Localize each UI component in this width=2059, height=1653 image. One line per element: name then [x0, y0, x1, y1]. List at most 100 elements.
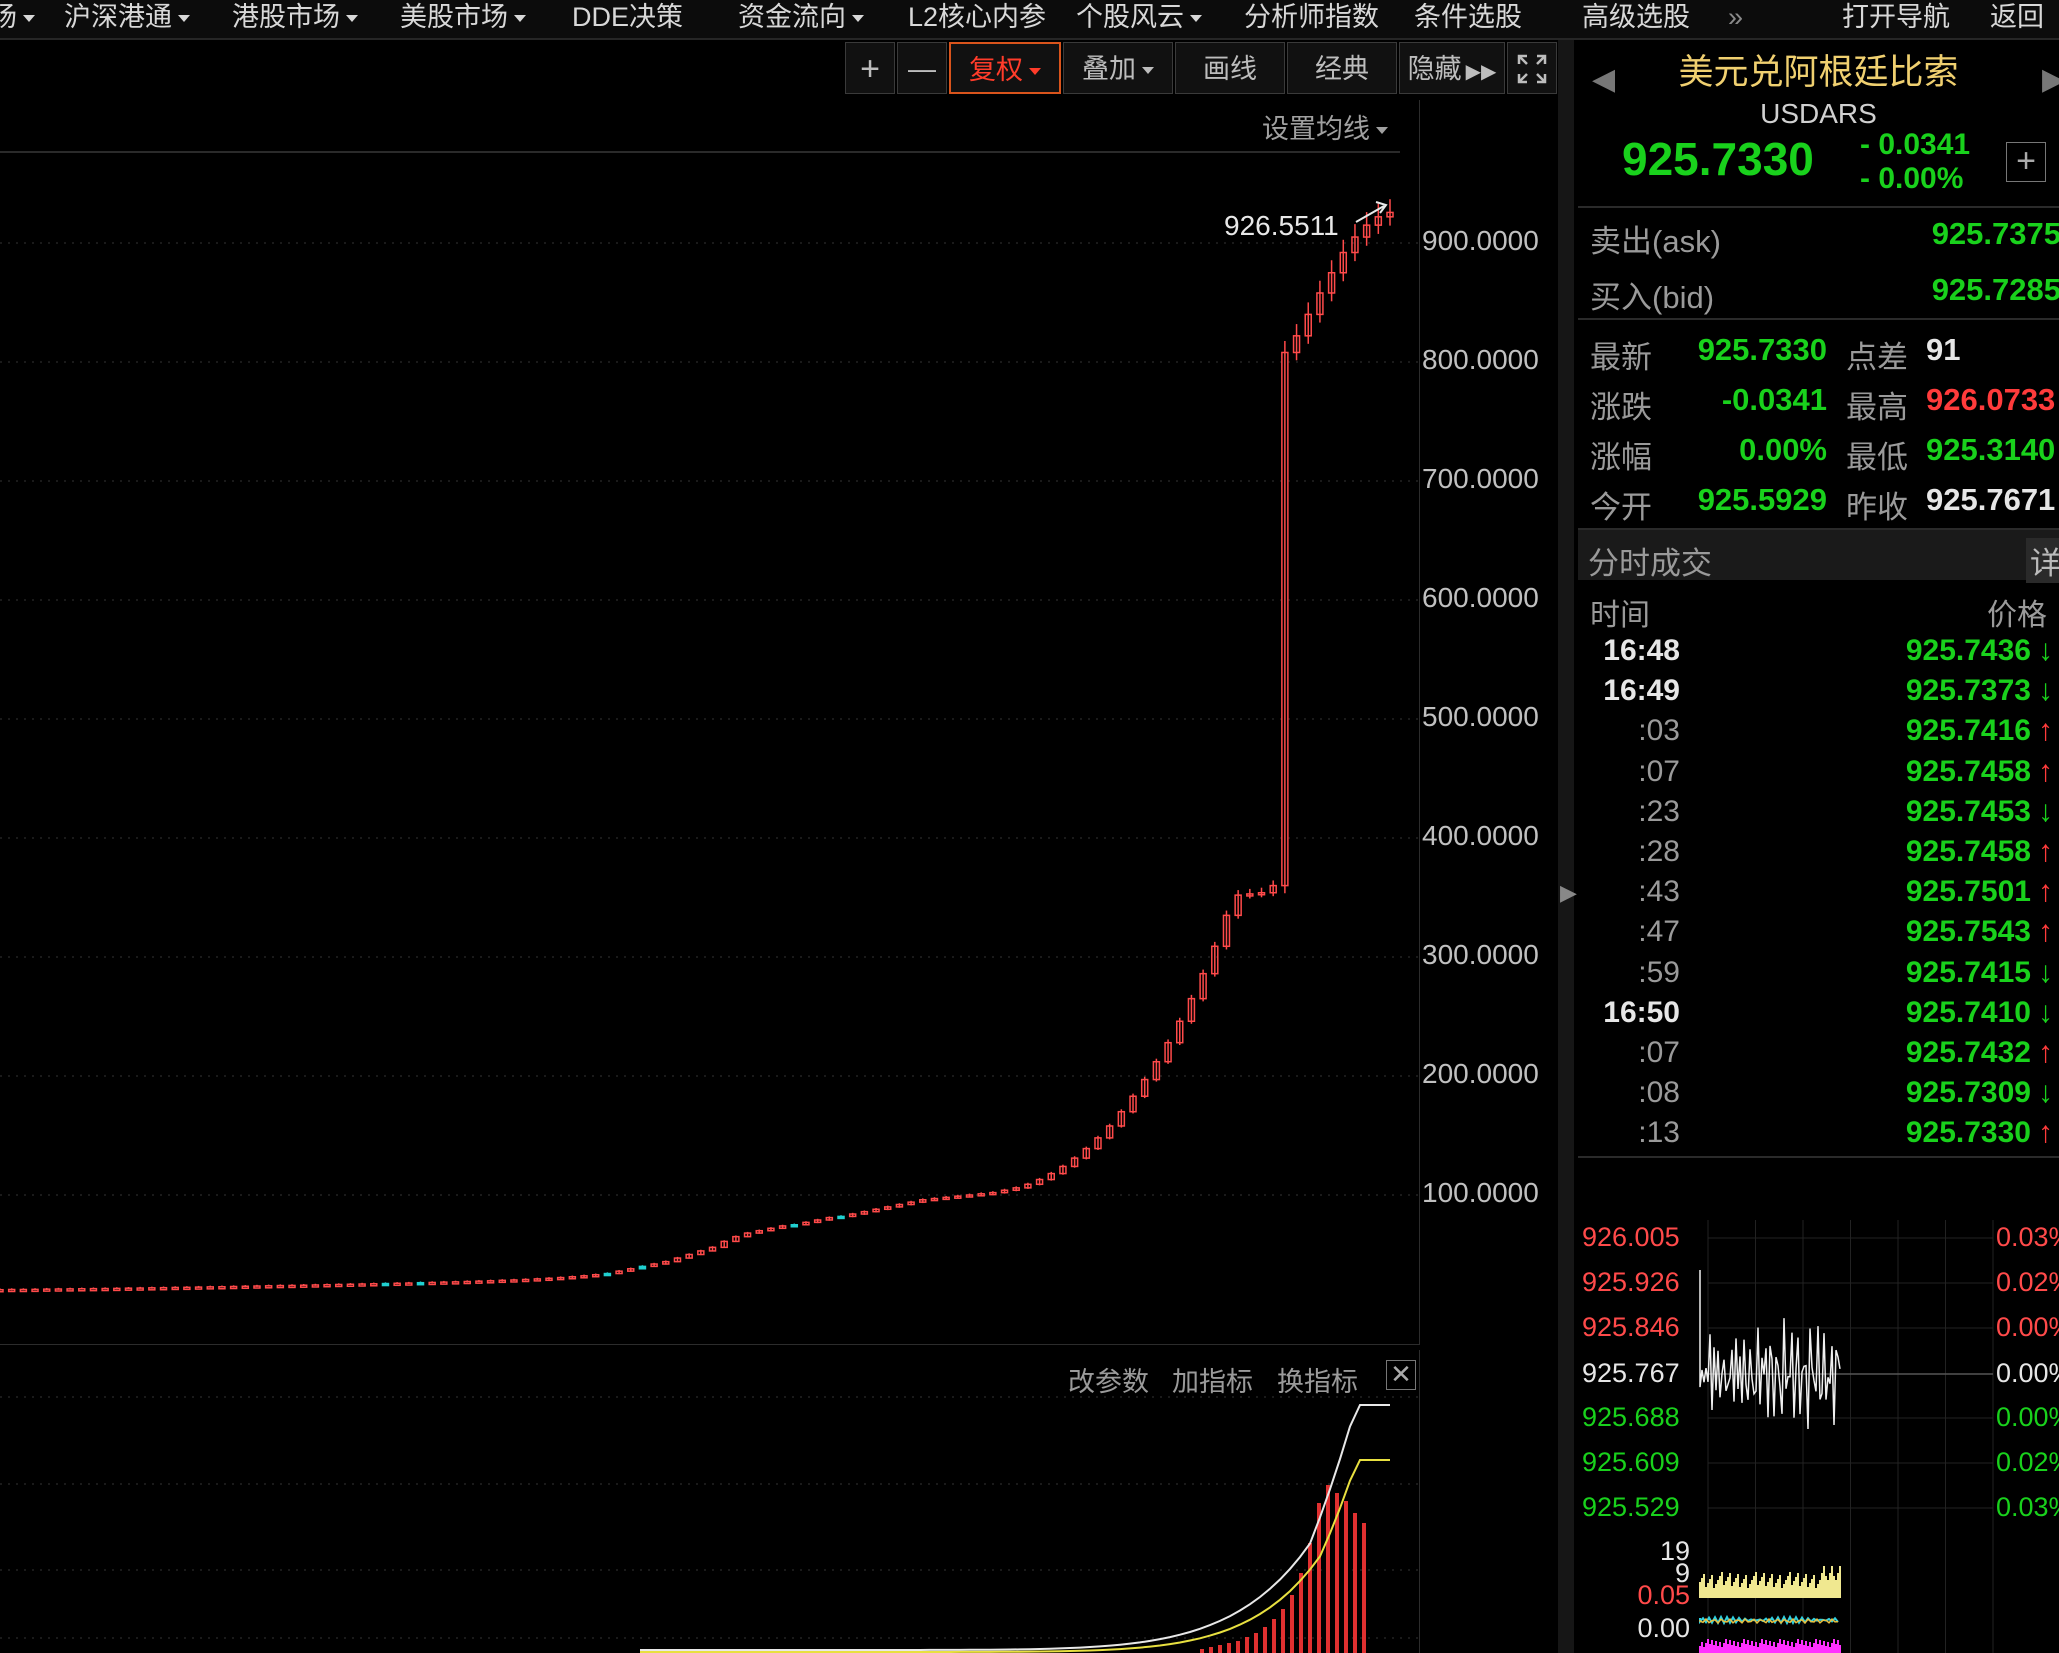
quote-panel: ◀ ▶ 美元兑阿根廷比索 USDARS 925.7330 - 0.0341 - …	[1578, 40, 2059, 1653]
trade-row: :43 925.7501 ↑	[1578, 875, 2059, 915]
price-tick-label: 925.767	[1582, 1358, 1680, 1388]
candle	[381, 1282, 390, 1287]
nav-item-label: 美股市场	[400, 2, 508, 32]
nav-item-4[interactable]: DDE决策	[572, 0, 683, 38]
trade-price: 925.7309	[1905, 1076, 2031, 1110]
set-ma-button[interactable]: 设置均线	[1262, 107, 1388, 146]
fullscreen-icon	[1517, 54, 1547, 84]
candle	[229, 1285, 238, 1290]
trade-row: :59 925.7415 ↓	[1578, 956, 2059, 996]
nav-item-10[interactable]: 高级选股	[1582, 0, 1690, 38]
y-tick-label: 500.0000	[1422, 701, 1539, 732]
trades-header: 分时成交 详	[1578, 530, 2059, 583]
stat-label: 最新	[1590, 340, 1652, 375]
max-price-annotation: 926.5511	[1224, 210, 1339, 241]
nav-item-9[interactable]: 条件选股	[1414, 0, 1522, 38]
trade-row: :07 925.7432 ↑	[1578, 1036, 2059, 1076]
draw-line-button[interactable]: 画线	[1175, 42, 1285, 94]
arrow-down-icon: ↓	[2038, 634, 2053, 667]
divider	[1578, 206, 2059, 208]
trade-time: 16:48	[1603, 634, 1680, 667]
double-chevron-right-icon: ▶▶	[1465, 61, 1497, 83]
bid-label: 买入(bid)	[1590, 280, 1715, 315]
price-tick-label: 925.529	[1582, 1492, 1680, 1522]
col-time-header: 时间	[1590, 599, 1650, 632]
stat-label: 昨收	[1846, 490, 1908, 525]
chart-toolbar: + — 复权 叠加 画线 经典 隐藏 ▶▶	[845, 42, 1557, 96]
arrow-down-icon: ↓	[2038, 955, 2053, 989]
nav-item-0[interactable]: 场	[0, 0, 35, 38]
collapse-arrow-icon[interactable]: ▶	[1560, 880, 1577, 906]
trade-row: 16:49 925.7373 ↓	[1578, 674, 2059, 714]
trade-row: :08 925.7309 ↓	[1578, 1076, 2059, 1116]
stat-value: 925.7330	[1697, 332, 1827, 367]
arrow-up-icon: ↑	[2038, 1036, 2053, 1069]
trades-detail-button[interactable]: 详	[2026, 538, 2059, 583]
top-navigation: 场 沪深港通 港股市场 美股市场 DDE决策 资金流向 L2核心内参 个股风云 分析师指数 条件选…	[0, 0, 2059, 40]
volume-bar	[1263, 1627, 1267, 1653]
nav-item-label: 个股风云	[1076, 2, 1184, 32]
pct-tick-label: 0.03%	[1996, 1492, 2059, 1522]
zoom-out-button[interactable]: —	[897, 42, 947, 94]
intraday-chart[interactable]: 926.005 925.926 925.846 925.767 925.688 925.6…	[1578, 1180, 2059, 1653]
y-tick-label: 600.0000	[1422, 582, 1539, 613]
nav-more-button[interactable]: »	[1728, 0, 1743, 38]
candle	[7, 1288, 16, 1293]
candle	[510, 1279, 518, 1283]
pct-tick-label: 0.02%	[1996, 1447, 2059, 1477]
nav-item-2[interactable]: 港股市场	[232, 0, 358, 38]
hide-button[interactable]: 隐藏 ▶▶	[1399, 42, 1505, 94]
pct-tick-label: 0.03%	[1996, 1222, 2059, 1252]
bottom-tick-label: 114.10	[1609, 1648, 1690, 1653]
candle	[299, 1284, 308, 1288]
arrow-down-icon: ↓	[2038, 794, 2053, 828]
indicator-chart[interactable]: 205.5400135.370068.1800-0.5000	[0, 1350, 1420, 1653]
arrow-down-icon: ↓	[2038, 995, 2053, 1029]
nav-item-3[interactable]: 美股市场	[400, 0, 526, 38]
nav-item-8[interactable]: 分析师指数	[1244, 0, 1379, 38]
open-nav-button[interactable]: 打开导航	[1842, 0, 1950, 38]
volume-bar	[1344, 1501, 1348, 1653]
stat-label: 最低	[1846, 440, 1908, 475]
y-tick-label: 400.0000	[1422, 820, 1539, 851]
restore-rights-button[interactable]: 复权	[949, 42, 1061, 94]
add-watchlist-button[interactable]: +	[2006, 142, 2046, 182]
candle	[31, 1288, 39, 1293]
nav-item-1[interactable]: 沪深港通	[64, 0, 190, 38]
nav-item-label: L2核心内参	[908, 2, 1047, 32]
y-tick-label: 100.0000	[1422, 1177, 1539, 1208]
volume-bar	[1326, 1485, 1330, 1653]
volume-bar	[1227, 1643, 1231, 1653]
candle	[790, 1224, 799, 1228]
classic-button[interactable]: 经典	[1287, 42, 1397, 94]
stat-label: 涨跌	[1590, 390, 1652, 425]
zoom-in-button[interactable]: +	[845, 42, 895, 94]
kline-chart[interactable]	[0, 100, 1420, 1345]
trade-row: :13 925.7330 ↑	[1578, 1116, 2059, 1156]
back-button[interactable]: 返回	[1990, 0, 2044, 38]
trade-price: 925.7373	[1905, 674, 2031, 708]
trade-row: :03 925.7416 ↑	[1578, 714, 2059, 754]
trade-time: 16:50	[1603, 995, 1680, 1029]
pct-tick-label: 0.00%	[1996, 1358, 2059, 1388]
price-tick-label: 926.005	[1582, 1222, 1680, 1252]
arrow-up-icon: ↑	[2038, 1116, 2053, 1150]
trade-price: 925.7416	[1905, 714, 2031, 748]
trade-time: :28	[1638, 835, 1680, 868]
price-tick-label: 925.926	[1582, 1267, 1680, 1297]
candle	[218, 1285, 226, 1290]
nav-item-7[interactable]: 个股风云	[1076, 0, 1202, 38]
nav-item-label: DDE决策	[572, 2, 684, 32]
nav-item-5[interactable]: 资金流向	[738, 0, 864, 38]
stat-label: 点差	[1846, 340, 1908, 375]
fullscreen-button[interactable]	[1507, 42, 1557, 94]
chevron-down-icon	[1190, 15, 1202, 23]
candle	[89, 1287, 98, 1292]
trade-price: 925.7410	[1905, 995, 2031, 1029]
instrument-code: USDARS	[1760, 98, 1877, 129]
overlay-button[interactable]: 叠加	[1063, 42, 1173, 94]
nav-item-6[interactable]: L2核心内参	[908, 0, 1046, 38]
panel-splitter[interactable]	[1558, 40, 1574, 1653]
volume-bar	[1236, 1641, 1240, 1653]
trade-time: :59	[1638, 955, 1680, 989]
